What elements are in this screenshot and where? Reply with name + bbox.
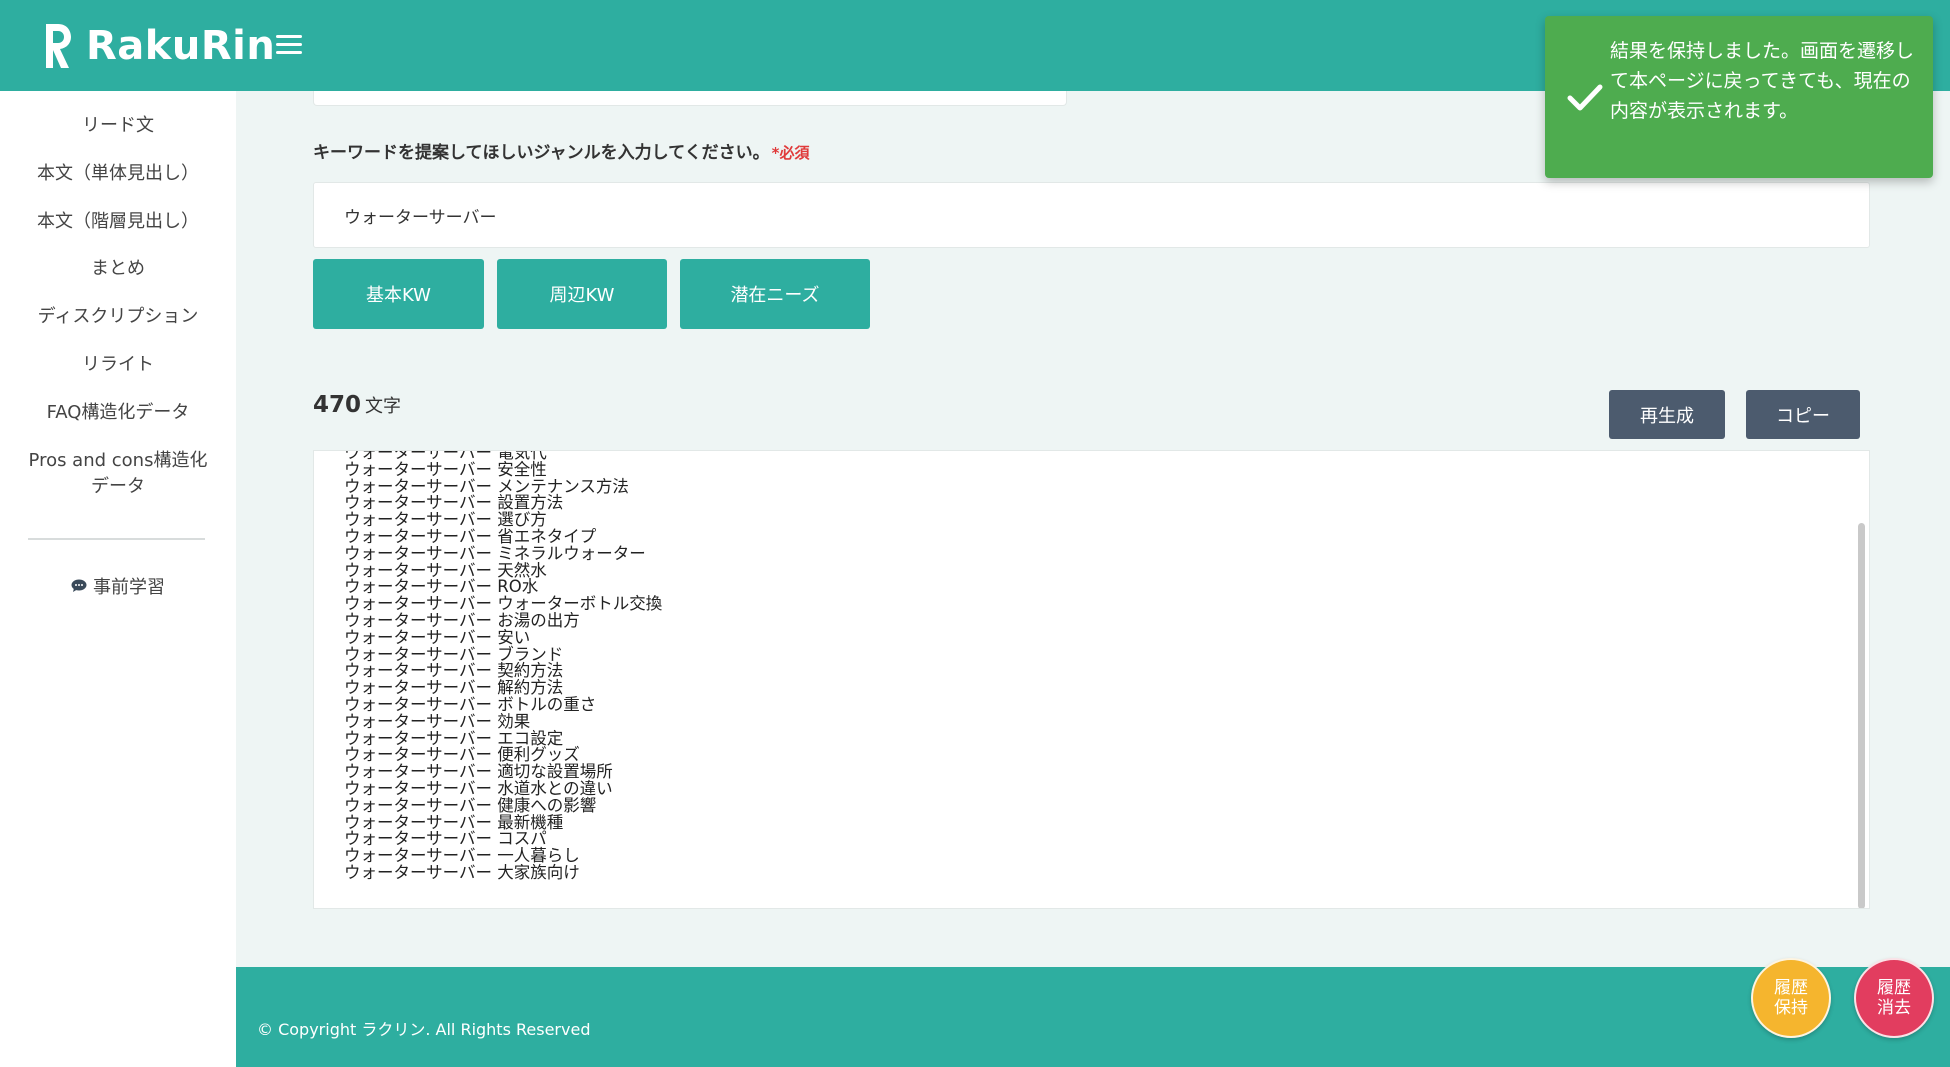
required-mark: *必須: [771, 144, 810, 162]
menu-toggle-icon[interactable]: [276, 35, 302, 55]
previous-card-edge: [313, 91, 1067, 106]
clear-history-button[interactable]: 履歴消去: [1854, 958, 1934, 1038]
latent-needs-button[interactable]: 潜在ニーズ: [680, 259, 870, 329]
sidebar: リード文 本文（単体見出し） 本文（階層見出し） まとめ ディスクリプション リ…: [0, 91, 236, 1067]
chat-bubble-icon: [71, 579, 87, 592]
copy-button[interactable]: コピー: [1746, 390, 1860, 439]
result-line: ウォーターサーバー 大家族向け: [344, 862, 580, 882]
logo-mark-icon: [46, 24, 71, 68]
related-kw-button[interactable]: 周辺KW: [497, 259, 667, 329]
sidebar-item-faq[interactable]: FAQ構造化データ: [0, 400, 236, 426]
clear-history-label: 履歴消去: [1877, 978, 1911, 1018]
regenerate-button[interactable]: 再生成: [1609, 390, 1725, 439]
copyright: © Copyright ラクリン. All Rights Reserved: [257, 1020, 591, 1039]
basic-kw-button[interactable]: 基本KW: [313, 259, 484, 329]
sidebar-item-pros-cons[interactable]: Pros and cons構造化データ: [0, 448, 236, 500]
save-history-button[interactable]: 履歴保持: [1751, 958, 1831, 1038]
char-count: 470 文字: [313, 392, 401, 418]
success-toast: 結果を保持しました。画面を遷移して本ページに戻ってきても、現在の内容が表示されま…: [1545, 16, 1933, 178]
genre-field-label: キーワードを提案してほしいジャンルを入力してください。 *必須: [313, 138, 809, 163]
result-textarea[interactable]: ウォーターサーバー 電気代 ウォーターサーバー 安全性 ウォーターサーバー メンテナ…: [313, 450, 1870, 909]
sidebar-item-rewrite[interactable]: リライト: [0, 352, 236, 378]
sidebar-item-prelearn[interactable]: 事前学習: [0, 573, 236, 599]
sidebar-divider: [28, 538, 205, 540]
toast-message: 結果を保持しました。画面を遷移して本ページに戻ってきても、現在の内容が表示されま…: [1610, 40, 1915, 122]
save-history-label: 履歴保持: [1774, 978, 1808, 1018]
sidebar-item-body-hierarchy[interactable]: 本文（階層見出し）: [0, 209, 236, 235]
result-lines: ウォーターサーバー 電気代 ウォーターサーバー 安全性 ウォーターサーバー メンテナ…: [344, 451, 662, 882]
sidebar-item-summary[interactable]: まとめ: [0, 256, 236, 282]
checkmark-icon: [1567, 84, 1603, 111]
logo[interactable]: RakuRin: [42, 19, 275, 73]
genre-label-text: キーワードを提案してほしいジャンルを入力してください。: [313, 143, 770, 163]
char-count-unit: 文字: [365, 396, 402, 417]
genre-input[interactable]: [313, 182, 1870, 248]
prelearn-label: 事前学習: [93, 577, 165, 598]
char-count-number: 470: [313, 392, 362, 418]
sidebar-item-lead[interactable]: リード文: [0, 113, 236, 139]
logo-text: RakuRin: [86, 23, 276, 69]
sidebar-item-body-single[interactable]: 本文（単体見出し）: [0, 161, 236, 187]
result-line: ウォーターサーバー 健康への影響: [344, 795, 597, 815]
sidebar-item-description[interactable]: ディスクリプション: [0, 304, 236, 330]
footer: © Copyright ラクリン. All Rights Reserved: [236, 967, 1950, 1067]
result-scrollbar[interactable]: [1858, 523, 1865, 908]
